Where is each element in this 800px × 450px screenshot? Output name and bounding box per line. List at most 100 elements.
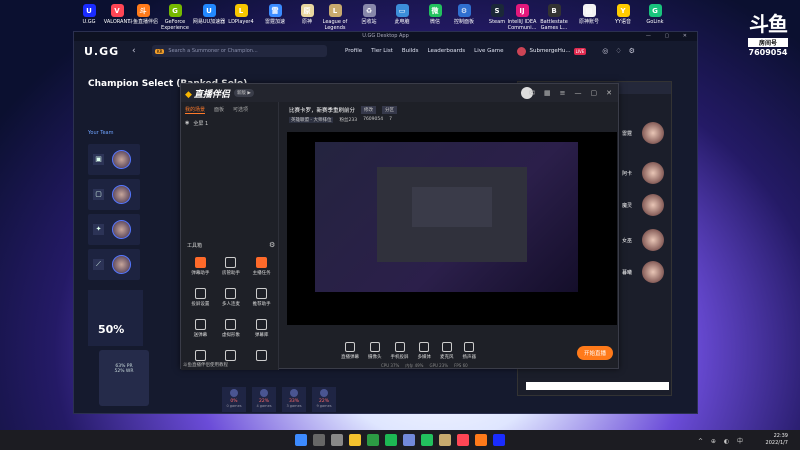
desktop-icon[interactable]: Y YY语音 bbox=[606, 4, 640, 25]
tab-options[interactable]: 可选项 bbox=[233, 106, 248, 114]
menu-icon[interactable]: ≡ bbox=[560, 89, 566, 97]
category-button[interactable]: 分区 bbox=[382, 106, 398, 114]
desktop-icon[interactable]: L LDPlayer4 bbox=[224, 4, 258, 25]
ugg-icon[interactable] bbox=[493, 434, 505, 446]
nav-builds[interactable]: Builds bbox=[402, 48, 419, 54]
tool-multi-mic[interactable]: 多人连麦 bbox=[216, 288, 247, 307]
desktop-icon[interactable]: ▤ 原神账号 bbox=[572, 4, 606, 25]
nav-profile[interactable]: Profile bbox=[345, 48, 362, 54]
desktop-icon[interactable]: G GeForce Experience bbox=[158, 4, 192, 31]
gpu-usage: GPU 23% bbox=[429, 363, 449, 368]
minimize-icon[interactable]: — bbox=[575, 89, 582, 97]
logo-icon: ◆ bbox=[185, 89, 192, 100]
maximize-icon[interactable]: ▢ bbox=[591, 89, 598, 97]
winrate-panel: 50% bbox=[88, 290, 143, 346]
start-icon[interactable] bbox=[295, 434, 307, 446]
desktop-icon[interactable]: U 网易UU加速器 bbox=[192, 4, 226, 25]
desktop-icon[interactable]: 斗斗鱼直播伴侣 bbox=[126, 4, 160, 25]
chat-input[interactable] bbox=[526, 382, 669, 390]
system-tray[interactable]: ^ ⊕ ◐ 中 bbox=[698, 436, 746, 445]
action-danmu[interactable]: 直播弹幕 bbox=[341, 342, 359, 360]
chat-icon bbox=[194, 319, 206, 330]
desktop-icon[interactable]: ▭ 此电脑 bbox=[385, 4, 419, 25]
pick-slot-3[interactable]: ✦ bbox=[88, 214, 140, 245]
stat-wr: 52% WR bbox=[114, 369, 134, 374]
tool-label: 推荐助手 bbox=[252, 302, 271, 307]
desktop-icon[interactable]: ⚙ 控制面板 bbox=[447, 4, 481, 25]
pick-slot-2[interactable]: ▢ bbox=[88, 179, 140, 210]
edit-title-button[interactable]: 修改 bbox=[361, 106, 377, 114]
stream-preview[interactable] bbox=[287, 132, 617, 325]
close-icon[interactable]: ✕ bbox=[606, 89, 612, 97]
back-button[interactable]: ‹ bbox=[132, 46, 144, 56]
tool-label: 弹幕助手 bbox=[191, 271, 210, 276]
league-icon[interactable] bbox=[439, 434, 451, 446]
discord-icon[interactable] bbox=[403, 434, 415, 446]
action-speaker[interactable]: 扬声器 bbox=[463, 342, 476, 360]
tab-panel[interactable]: 面板 bbox=[214, 106, 224, 114]
nav-tier-list[interactable]: Tier List bbox=[371, 48, 393, 54]
avatar-icon bbox=[225, 319, 237, 330]
pick-slot-4[interactable]: ⟋ bbox=[88, 249, 140, 280]
tool-upload[interactable] bbox=[246, 350, 277, 363]
search-input[interactable]: KR Search a Summoner or Champion... bbox=[152, 45, 327, 57]
douyu-icon[interactable] bbox=[475, 434, 487, 446]
scene-item[interactable]: ◉ 全屏 1 bbox=[181, 118, 278, 129]
pick-slot-1[interactable]: ▣ bbox=[88, 144, 140, 175]
nav-leaderboards[interactable]: Leaderboards bbox=[428, 48, 466, 54]
spotify-icon[interactable] bbox=[385, 434, 397, 446]
mic-icon bbox=[225, 288, 237, 299]
app-icon: 雷 bbox=[268, 4, 282, 17]
tool-tasks[interactable]: 主播任务 bbox=[246, 257, 277, 276]
desktop-icon[interactable]: ♻ 回收站 bbox=[352, 4, 386, 25]
valorant-icon[interactable] bbox=[457, 434, 469, 446]
desktop-icon[interactable]: G GoLink bbox=[638, 4, 672, 25]
category-tag[interactable]: 英雄联盟 - 大师排位 bbox=[289, 117, 334, 123]
tool-cast[interactable]: 投屏设置 bbox=[185, 288, 216, 307]
tutorial-link[interactable]: 斗鱼直播伴侣使用教程 bbox=[183, 362, 228, 368]
desktop-icon[interactable]: 雷雷霆加速 bbox=[258, 4, 292, 25]
tool-avatar[interactable]: 虚拟形象 bbox=[216, 319, 247, 338]
gear-icon[interactable]: ⚙ bbox=[269, 241, 275, 249]
version-badge[interactable]: 新版 ▶ bbox=[233, 89, 254, 97]
wechat-icon[interactable] bbox=[421, 434, 433, 446]
enemy-name: 女巫 bbox=[622, 238, 633, 244]
clock[interactable]: 22:39 2022/1/7 bbox=[766, 433, 788, 447]
chrome-icon[interactable] bbox=[367, 434, 379, 446]
eye-icon[interactable]: ◉ bbox=[185, 120, 189, 127]
action-phone-cast[interactable]: 手机投屏 bbox=[391, 342, 409, 360]
nav-live-game[interactable]: Live Game bbox=[474, 48, 503, 54]
ugg-logo[interactable]: U.GG bbox=[84, 45, 124, 58]
app-icon: U bbox=[202, 4, 216, 17]
window-controls[interactable]: — ▢ ✕ bbox=[646, 32, 693, 41]
region-selector[interactable]: KR bbox=[155, 48, 165, 54]
notification-icon[interactable]: ♢ bbox=[615, 47, 621, 55]
tab-my-scenes[interactable]: 我的场景 bbox=[185, 106, 206, 114]
start-stream-button[interactable]: 开始直播 bbox=[576, 346, 613, 360]
tool-room-manager[interactable]: 房管助手 bbox=[216, 257, 247, 276]
target-icon[interactable]: ◎ bbox=[602, 47, 608, 55]
media-icon bbox=[419, 342, 430, 352]
action-microphone[interactable]: 麦克风 bbox=[440, 342, 454, 360]
search-placeholder: Search a Summoner or Champion... bbox=[168, 48, 258, 54]
tool-recommend[interactable]: 推荐助手 bbox=[246, 288, 277, 307]
grid-icon[interactable]: ▦ bbox=[544, 89, 551, 97]
search-icon[interactable] bbox=[313, 434, 325, 446]
cpu-usage: CPU 37% bbox=[381, 363, 400, 368]
task-view-icon[interactable] bbox=[331, 434, 343, 446]
tool-danmu-helper[interactable]: 弹幕助手 bbox=[185, 257, 216, 276]
action-media[interactable]: 多媒体 bbox=[418, 342, 431, 360]
desktop-icon[interactable]: IJ IntelliJ IDEA Communi... bbox=[505, 4, 539, 31]
desktop-icon[interactable]: L League of Legends bbox=[318, 4, 352, 31]
folder-icon[interactable] bbox=[349, 434, 361, 446]
mail-icon[interactable]: ✉ bbox=[529, 89, 535, 97]
action-camera[interactable]: 摄像头 bbox=[368, 342, 382, 360]
user-profile[interactable]: SubmergeHu... LIVE bbox=[517, 46, 587, 56]
room-title: 比赛卡罗，新赛季重刷前分 bbox=[289, 108, 356, 114]
gear-icon[interactable]: ⚙ bbox=[629, 47, 635, 55]
tool-send-danmu[interactable]: 送弹幕 bbox=[185, 319, 216, 338]
tool-danmu-lib[interactable]: 弹幕库 bbox=[246, 319, 277, 338]
enemy-portrait bbox=[642, 122, 664, 144]
desktop-icon[interactable]: B Battlestate Games L... bbox=[537, 4, 571, 31]
ugg-tools: ◎ ♢ ⚙ bbox=[602, 47, 635, 55]
